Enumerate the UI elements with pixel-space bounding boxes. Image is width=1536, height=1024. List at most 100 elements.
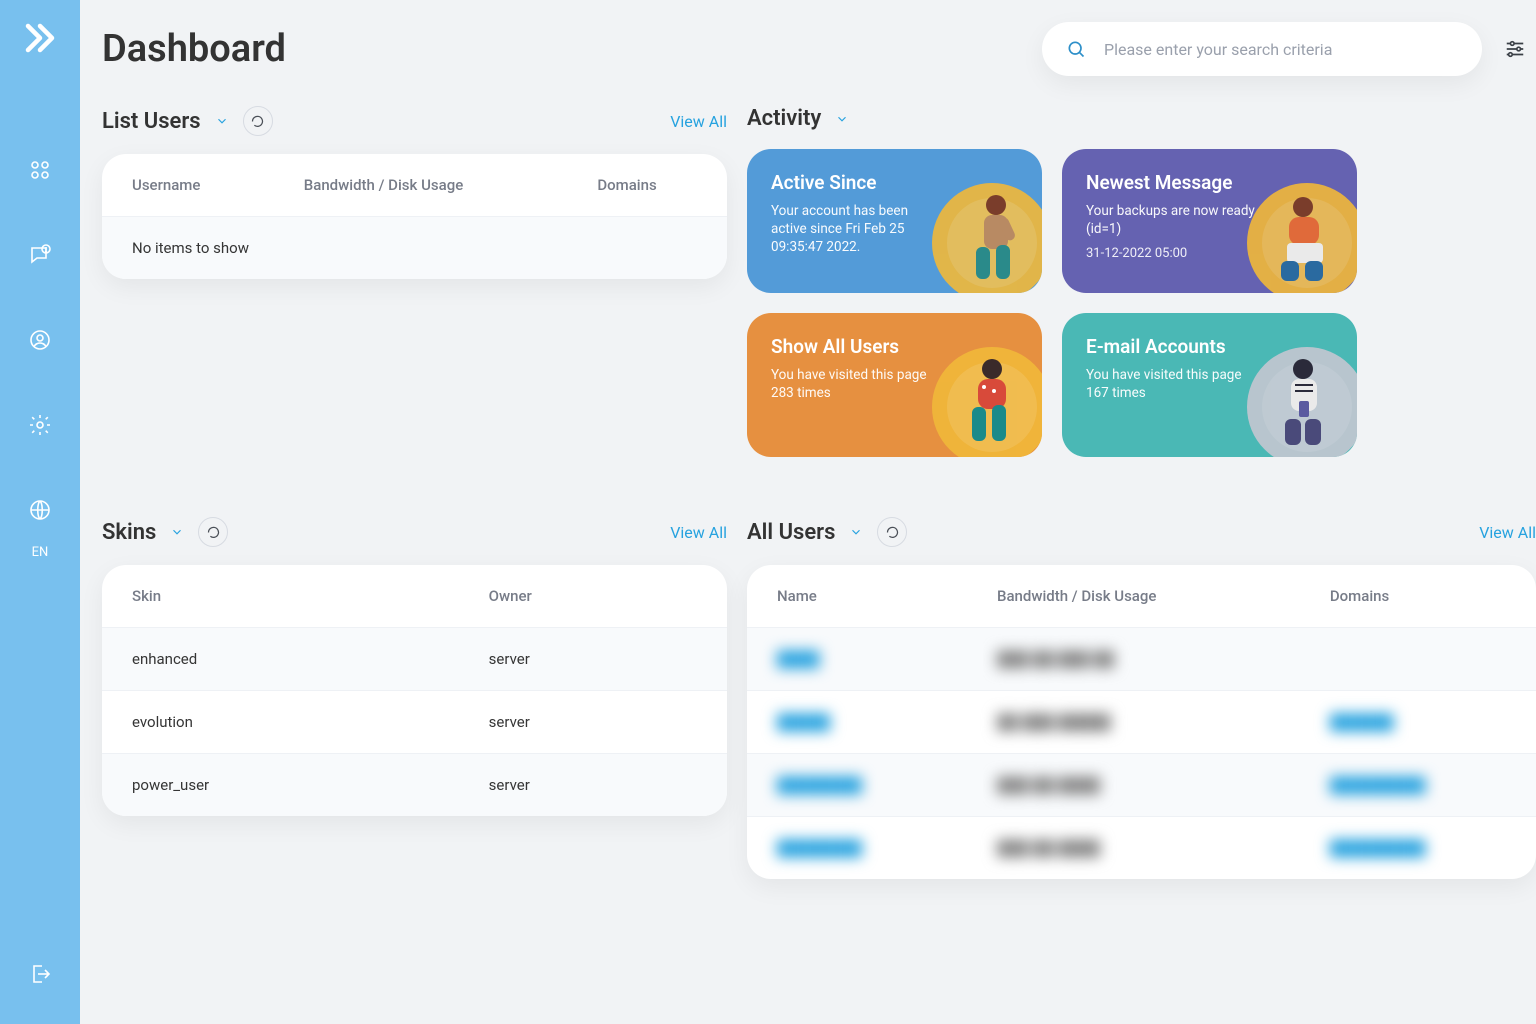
page-title: Dashboard [102, 27, 286, 71]
cell-skin: power_user [102, 754, 459, 817]
skins-title: Skins [102, 520, 156, 545]
cell-owner: server [459, 628, 727, 691]
table-row[interactable]: ████████ ███ ██ ████ █████████ [747, 754, 1536, 817]
chevron-down-icon [835, 112, 849, 126]
refresh-icon [250, 114, 265, 129]
redacted-bandwidth: ███ ██ ████ [997, 839, 1100, 857]
all-users-expand[interactable] [849, 525, 863, 539]
col-domains: Domains [567, 154, 727, 217]
all-users-section: All Users View All Name Bandwidth / Disk… [747, 517, 1536, 879]
topbar: Dashboard [102, 22, 1536, 76]
search-filter-button[interactable] [1502, 38, 1528, 60]
list-users-section: List Users View All Username Bandwidth /… [102, 106, 727, 457]
redacted-name: ████████ [777, 839, 862, 857]
search-input[interactable] [1104, 40, 1458, 59]
gear-icon [28, 413, 52, 437]
globe-icon [28, 498, 52, 522]
activity-card-newest-message[interactable]: Newest Message Your backups are now read… [1062, 149, 1357, 293]
cell-owner: server [459, 691, 727, 754]
chevron-down-icon [849, 525, 863, 539]
nav-messages[interactable] [20, 235, 60, 275]
table-row[interactable]: ████████ ███ ██ ████ █████████ [747, 817, 1536, 880]
redacted-domains: █████████ [1330, 776, 1426, 794]
skins-section: Skins View All Skin Owner enha [102, 517, 727, 879]
skins-table: Skin Owner enhanced server evolution ser… [102, 565, 727, 816]
redacted-domains: ██████ [1330, 713, 1394, 731]
activity-card-body: Your backups are now ready (id=1) [1086, 202, 1256, 238]
table-row[interactable]: ████ ███ ██ ███ ██ [747, 628, 1536, 691]
grid-icon [28, 158, 52, 182]
col-bandwidth: Bandwidth / Disk Usage [967, 565, 1300, 628]
cell-skin: evolution [102, 691, 459, 754]
all-users-table: Name Bandwidth / Disk Usage Domains ████… [747, 565, 1536, 879]
list-users-expand[interactable] [215, 114, 229, 128]
col-owner: Owner [459, 565, 727, 628]
refresh-icon [206, 525, 221, 540]
redacted-name: ████████ [777, 776, 862, 794]
illustration-phone-icon [1261, 351, 1341, 451]
list-users-viewall[interactable]: View All [670, 112, 727, 131]
activity-expand[interactable] [835, 112, 849, 126]
illustration-runner2-icon [946, 351, 1026, 451]
col-username: Username [102, 154, 274, 217]
all-users-title: All Users [747, 520, 835, 545]
chevron-down-icon [170, 525, 184, 539]
skins-expand[interactable] [170, 525, 184, 539]
activity-section: Activity Active Since Your account has b… [747, 106, 1536, 457]
cell-owner: server [459, 754, 727, 817]
redacted-bandwidth: ██ ███ █████ [997, 713, 1111, 731]
search-box[interactable] [1042, 22, 1482, 76]
search-icon [1066, 39, 1086, 59]
nav-language[interactable] [20, 490, 60, 530]
redacted-bandwidth: ███ ██ ███ ██ [997, 650, 1114, 668]
language-label: EN [32, 545, 49, 560]
col-name: Name [747, 565, 967, 628]
table-row[interactable]: █████ ██ ███ █████ ██████ [747, 691, 1536, 754]
list-users-title: List Users [102, 109, 201, 134]
redacted-name: ████ [777, 650, 820, 668]
redacted-bandwidth: ███ ██ ████ [997, 776, 1100, 794]
logo[interactable] [22, 20, 58, 60]
all-users-refresh[interactable] [877, 517, 907, 547]
illustration-laptop-icon [1261, 187, 1341, 287]
refresh-icon [885, 525, 900, 540]
redacted-name: █████ [777, 713, 830, 731]
sliders-icon [1504, 38, 1526, 60]
col-skin: Skin [102, 565, 459, 628]
skins-refresh[interactable] [198, 517, 228, 547]
activity-title: Activity [747, 106, 821, 131]
col-bandwidth: Bandwidth / Disk Usage [274, 154, 568, 217]
table-row[interactable]: enhanced server [102, 628, 727, 691]
illustration-runner-icon [946, 187, 1026, 287]
redacted-domains [1300, 628, 1536, 691]
table-row[interactable]: power_user server [102, 754, 727, 817]
list-users-card: Username Bandwidth / Disk Usage Domains … [102, 154, 727, 279]
logout-icon [28, 962, 52, 986]
cell-skin: enhanced [102, 628, 459, 691]
nav-dashboard[interactable] [20, 150, 60, 190]
activity-card-active-since[interactable]: Active Since Your account has been activ… [747, 149, 1042, 293]
list-users-refresh[interactable] [243, 106, 273, 136]
activity-card-email-accounts[interactable]: E-mail Accounts You have visited this pa… [1062, 313, 1357, 457]
skins-viewall[interactable]: View All [670, 523, 727, 542]
nav-logout[interactable] [20, 954, 60, 994]
activity-card-body: You have visited this page 167 times [1086, 366, 1256, 402]
nav-users[interactable] [20, 320, 60, 360]
list-users-table: Username Bandwidth / Disk Usage Domains … [102, 154, 727, 279]
chevron-down-icon [215, 114, 229, 128]
activity-card-body: Your account has been active since Fri F… [771, 202, 941, 257]
activity-card-timestamp: 31-12-2022 05:00 [1086, 246, 1333, 261]
activity-card-show-all-users[interactable]: Show All Users You have visited this pag… [747, 313, 1042, 457]
main-content: Dashboard List Users View All [80, 0, 1536, 1024]
all-users-card: Name Bandwidth / Disk Usage Domains ████… [747, 565, 1536, 879]
chat-alert-icon [28, 243, 52, 267]
nav-settings[interactable] [20, 405, 60, 445]
all-users-viewall[interactable]: View All [1479, 523, 1536, 542]
user-icon [28, 328, 52, 352]
redacted-domains: █████████ [1330, 839, 1426, 857]
list-users-empty: No items to show [102, 217, 727, 280]
table-row[interactable]: evolution server [102, 691, 727, 754]
col-domains: Domains [1300, 565, 1536, 628]
skins-card: Skin Owner enhanced server evolution ser… [102, 565, 727, 816]
activity-card-body: You have visited this page 283 times [771, 366, 941, 402]
